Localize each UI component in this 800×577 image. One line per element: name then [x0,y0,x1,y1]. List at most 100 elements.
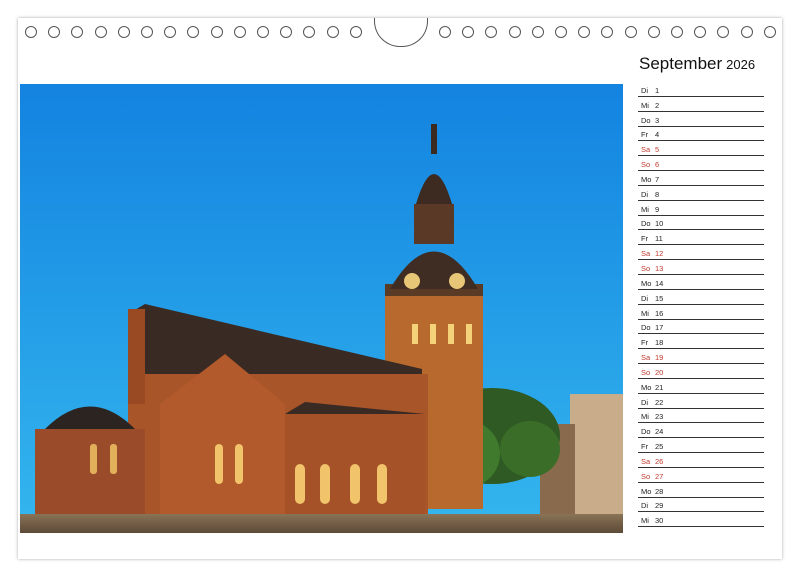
day-number: 1 [655,85,660,95]
weekday-label: Do [641,115,651,125]
day-number: 28 [655,486,664,496]
month-header: September 2026 [639,54,769,76]
weekday-label: Mi [641,308,649,318]
day-row: Do 10 [638,216,764,231]
weekday-label: Sa [641,249,651,259]
weekday-label: Di [641,397,649,407]
binding-ring [508,26,521,38]
weekday-label: Di [641,293,649,303]
binding-ring [48,26,61,38]
day-row: Do 24 [638,423,764,439]
weekday-label: So [641,160,651,170]
binding-ring [349,26,362,38]
day-number: 18 [655,338,664,348]
binding-ring [555,26,567,38]
binding-ring [280,26,293,38]
weekday-label: Mo [641,278,652,288]
day-list: Di 1 Mi 2 Do 3 Fr 4 Sa 5 So 6 Mo 7 Di 8 Mi 9 Do 10 Fr 11 Sa 12 S… [638,82,764,528]
weekday-label: Mi [641,100,649,110]
binding-ring [694,26,707,38]
binding-ring [624,26,637,38]
binding-ring [647,26,660,38]
binding-ring [25,26,37,38]
day-number: 29 [655,501,664,511]
day-row: Mi 16 [638,305,764,320]
binding-ring [462,26,475,38]
day-number: 6 [655,160,660,170]
day-number: 17 [655,323,664,333]
day-number: 25 [655,442,664,452]
binding-ring [717,26,730,38]
day-row: Fr 4 [638,127,764,142]
day-row: Fr 25 [638,438,764,454]
weekday-label: Fr [641,338,649,348]
day-number: 15 [655,293,664,303]
weekday-label: So [641,263,651,273]
day-row: Do 17 [638,320,764,335]
day-row: Sa 5 [638,141,764,157]
binding-ring [740,26,753,38]
year-label: 2026 [726,57,756,72]
day-row: Mo 14 [638,275,764,290]
binding-ring [164,26,177,38]
day-number: 8 [655,189,660,199]
weekday-label: Do [641,323,651,333]
calendar-hanger [374,18,428,47]
binding-ring [763,26,776,38]
binding-ring [601,26,614,38]
day-row: Fr 11 [638,230,764,246]
weekday-label: So [641,471,651,481]
day-row: So 13 [638,260,764,275]
weekday-label: Mo [641,486,652,496]
day-number: 24 [655,427,664,437]
day-row: Di 29 [638,498,764,513]
day-row: Sa 19 [638,349,764,365]
binding-ring [531,26,544,38]
day-row: Di 22 [638,394,764,409]
binding-ring [233,26,246,38]
weekday-label: Mi [641,412,649,422]
day-row: Mo 21 [638,379,764,394]
day-number: 16 [655,308,664,318]
binding-ring [210,26,223,38]
calendar-page: September 2026 Di 1 Mi 2 Do 3 Fr 4 Sa 5 So 6 Mo 7 Di 8 Mi… [18,18,782,559]
day-number: 4 [655,130,660,140]
day-row: So 6 [638,156,764,172]
day-number: 26 [655,456,664,466]
day-number: 9 [655,204,660,214]
weekday-label: Di [641,85,649,95]
day-row: Fr 18 [638,334,764,350]
cathedral-photo [20,84,623,533]
day-number: 27 [655,471,664,481]
weekday-label: Fr [641,130,649,140]
day-number: 5 [655,145,660,155]
weekday-label: Mi [641,204,649,214]
binding-ring [117,26,130,38]
weekday-label: Sa [641,456,651,466]
binding-ring [326,26,339,38]
weekday-label: Fr [641,234,649,244]
day-number: 12 [655,249,664,259]
day-row: Do 3 [638,112,764,127]
day-row: Di 1 [638,82,764,97]
binding-ring [71,26,84,38]
weekday-label: Sa [641,353,651,363]
day-number: 30 [655,516,664,526]
binding-ring [257,26,269,38]
binding-ring [439,26,451,38]
day-row: Mo 7 [638,171,764,186]
weekday-label: Do [641,427,651,437]
binding-ring [187,26,200,38]
day-number: 10 [655,219,664,229]
day-number: 23 [655,412,664,422]
day-number: 14 [655,278,664,288]
day-row: Mi 30 [638,512,764,528]
binding-ring [94,26,107,38]
weekday-label: So [641,367,651,377]
day-row: So 20 [638,364,764,379]
weekday-label: Mi [641,516,649,526]
day-number: 22 [655,397,664,407]
day-number: 21 [655,382,664,392]
day-number: 7 [655,174,660,184]
day-row: Mo 28 [638,483,764,498]
